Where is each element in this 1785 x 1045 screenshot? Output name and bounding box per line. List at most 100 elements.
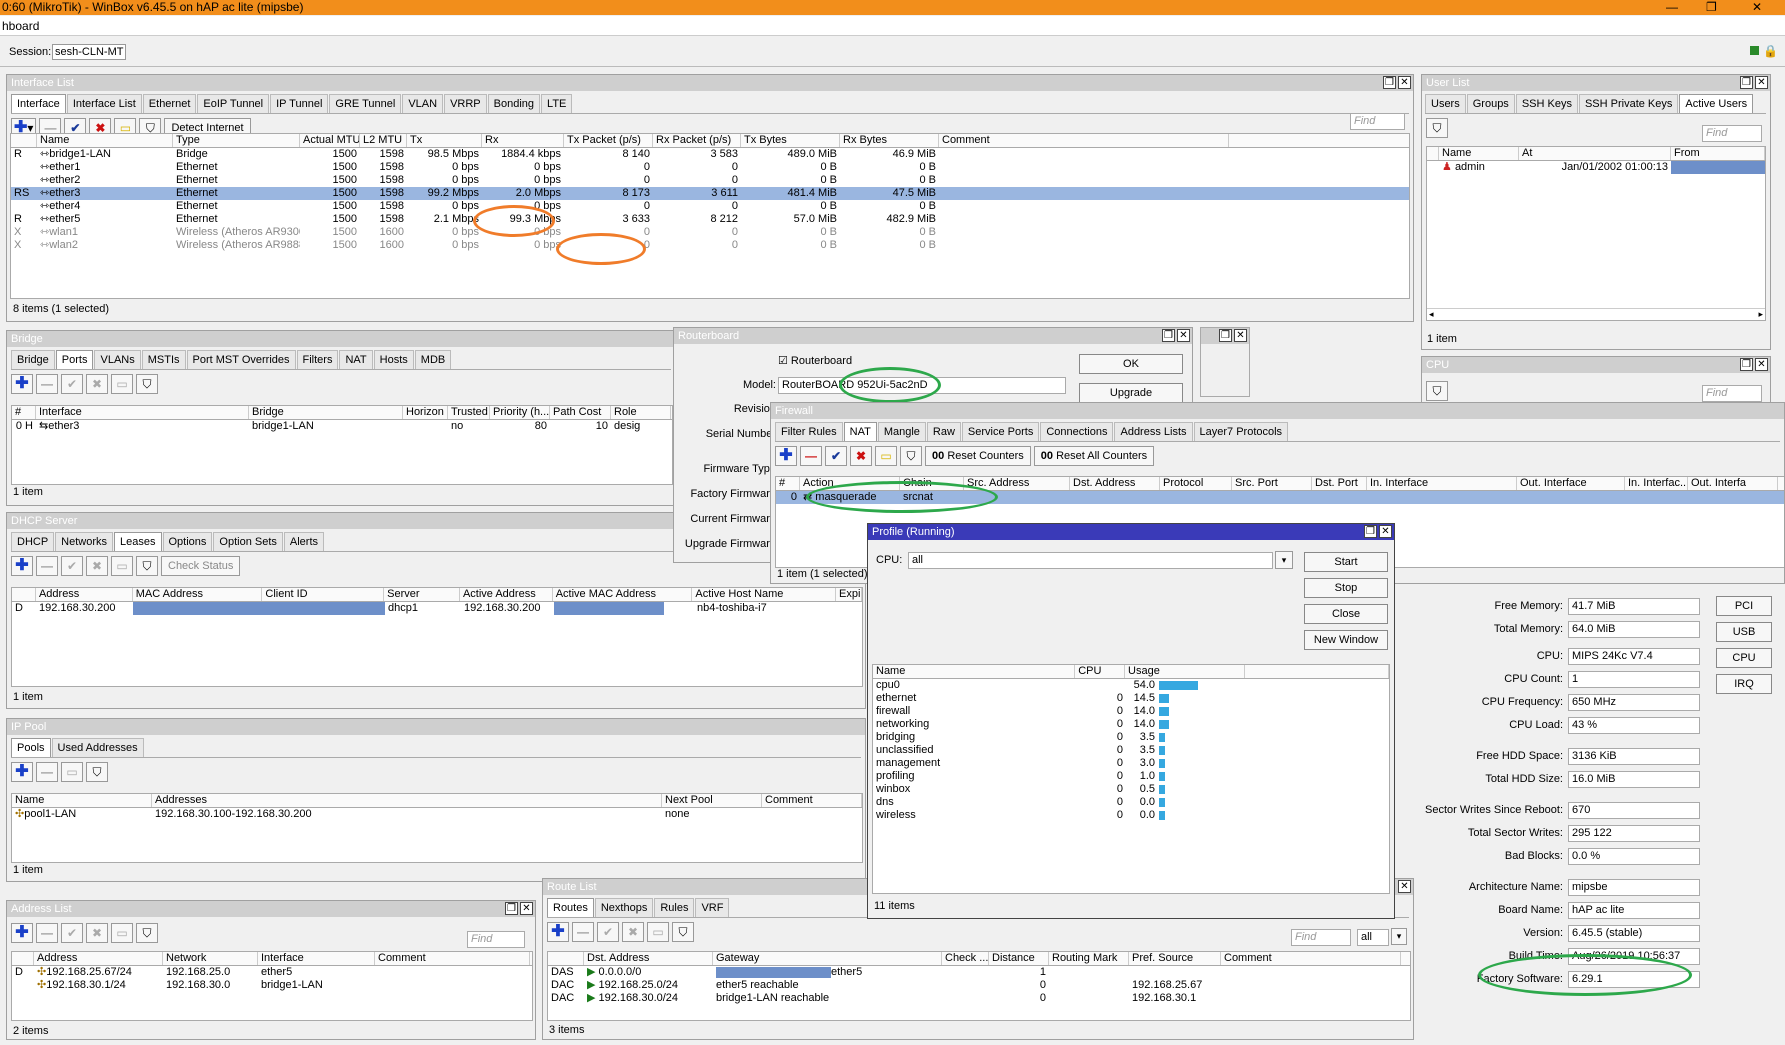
col-src-port[interactable]: Src. Port — [1232, 477, 1312, 490]
enable-button[interactable]: ✔ — [61, 556, 83, 576]
restore-icon[interactable]: ❐ — [1383, 76, 1396, 89]
tab-bridge[interactable]: Bridge — [11, 350, 55, 369]
disable-button[interactable]: ✖ — [86, 374, 108, 394]
col-next-pool[interactable]: Next Pool — [662, 794, 762, 807]
col-path-cost[interactable]: Path Cost — [550, 406, 611, 419]
col-trusted[interactable]: Trusted — [448, 406, 490, 419]
tab-nat[interactable]: NAT — [843, 422, 877, 441]
col-server[interactable]: Server — [384, 588, 460, 601]
filter-button[interactable]: ⛉ — [672, 922, 694, 942]
reset-counters-button[interactable]: 00 Reset Counters — [925, 446, 1031, 466]
col-rx-packet[interactable]: Rx Packet (p/s) — [653, 134, 741, 147]
col-comment[interactable]: Comment — [1221, 952, 1401, 965]
col-flags[interactable] — [12, 588, 36, 601]
minimize-button[interactable]: — — [1666, 0, 1678, 14]
table-row[interactable]: ethernet 0 14.5 — [873, 692, 1389, 705]
close-icon[interactable]: ✕ — [1755, 76, 1768, 89]
add-button[interactable]: ✚ — [547, 922, 569, 942]
col-number[interactable]: # — [12, 406, 36, 419]
table-row[interactable]: ✣pool1-LAN 192.168.30.100-192.168.30.200… — [12, 808, 862, 821]
total-sector-field[interactable]: 295 122 — [1568, 825, 1700, 842]
tab-groups[interactable]: Groups — [1466, 94, 1515, 113]
col-expires[interactable]: Expir — [836, 588, 862, 601]
col-out-interface[interactable]: Out. Interface — [1517, 477, 1625, 490]
table-row[interactable]: profiling 0 1.0 — [873, 770, 1389, 783]
cpu-field[interactable]: MIPS 24Kc V7.4 — [1568, 648, 1700, 665]
tab-interface[interactable]: Interface — [11, 94, 66, 113]
irq-button[interactable]: IRQ — [1716, 674, 1772, 694]
routerboard-checkbox[interactable]: ☑ Routerboard — [778, 354, 852, 367]
pci-button[interactable]: PCI — [1716, 596, 1772, 616]
total-memory-field[interactable]: 64.0 MiB — [1568, 621, 1700, 638]
col-name[interactable]: Name — [37, 134, 173, 147]
tab-leases[interactable]: Leases — [114, 532, 162, 551]
col-dst-address[interactable]: Dst. Address — [584, 952, 713, 965]
col-dst-port[interactable]: Dst. Port — [1312, 477, 1367, 490]
tab-eoip-tunnel[interactable]: EoIP Tunnel — [197, 94, 270, 113]
restore-icon[interactable]: ❐ — [1219, 329, 1232, 342]
tab-hosts[interactable]: Hosts — [373, 350, 414, 369]
tab-ssh-private-keys[interactable]: SSH Private Keys — [1578, 94, 1679, 113]
session-field[interactable]: sesh-CLN-MT — [52, 44, 127, 60]
col-action[interactable]: Action — [800, 477, 900, 490]
table-row[interactable]: ♟ admin Jan/01/2002 01:00:13 — [1427, 161, 1765, 174]
tab-vrrp[interactable]: VRRP — [444, 94, 487, 113]
usb-button[interactable]: USB — [1716, 622, 1772, 642]
enable-button[interactable]: ✔ — [825, 446, 847, 466]
table-row[interactable]: D 192.168.30.200 dhcp1 192.168.30.200 nb… — [12, 602, 862, 615]
add-button[interactable]: ✚ — [11, 556, 33, 576]
remove-button[interactable]: — — [36, 374, 58, 394]
remove-button[interactable]: — — [36, 762, 58, 782]
tab-service-ports[interactable]: Service Ports — [961, 422, 1040, 441]
tab-dhcp[interactable]: DHCP — [11, 532, 55, 551]
remove-button[interactable]: — — [800, 446, 822, 466]
cpu-button[interactable]: CPU — [1716, 648, 1772, 668]
table-row[interactable]: winbox 0 0.5 — [873, 783, 1389, 796]
close-icon[interactable]: ✕ — [1755, 358, 1768, 371]
close-icon[interactable]: ✕ — [1398, 880, 1411, 893]
tab-mangle[interactable]: Mangle — [877, 422, 926, 441]
col-flags[interactable] — [12, 952, 34, 965]
col-dst-address[interactable]: Dst. Address — [1070, 477, 1160, 490]
bad-blocks-field[interactable]: 0.0 % — [1568, 848, 1700, 865]
col-check[interactable]: Check ... — [942, 952, 989, 965]
tab-address-lists[interactable]: Address Lists — [1114, 422, 1193, 441]
disable-button[interactable]: ✖ — [86, 556, 108, 576]
tab-mdb[interactable]: MDB — [414, 350, 452, 369]
comment-button[interactable]: ▭ — [111, 556, 133, 576]
col-type[interactable]: Type — [173, 134, 300, 147]
tab-layer7-protocols[interactable]: Layer7 Protocols — [1193, 422, 1289, 441]
table-row[interactable]: cpu0 54.0 — [873, 679, 1389, 692]
close-icon[interactable]: ✕ — [1379, 525, 1392, 538]
col-priority[interactable]: Priority (h... — [490, 406, 550, 419]
tab-port-mst-overrides[interactable]: Port MST Overrides — [186, 350, 296, 369]
tab-ports[interactable]: Ports — [55, 350, 94, 369]
filter-button[interactable]: ⛉ — [1426, 381, 1448, 401]
table-row[interactable]: dns 0 0.0 — [873, 796, 1389, 809]
col-comment[interactable]: Comment — [939, 134, 1229, 147]
tab-options[interactable]: Options — [162, 532, 213, 551]
col-chain[interactable]: Chain — [900, 477, 964, 490]
col-actual-mtu[interactable]: Actual MTU — [300, 134, 360, 147]
col-bridge[interactable]: Bridge — [249, 406, 403, 419]
new-window-button[interactable]: New Window — [1304, 630, 1388, 650]
table-row[interactable]: 0 ⇄ masquerade srcnat — [776, 491, 1784, 504]
comment-button[interactable]: ▭ — [61, 762, 83, 782]
tab-vlan[interactable]: VLAN — [402, 94, 444, 113]
table-row[interactable]: X ⇿wlan2 Wireless (Atheros AR9888) 1500 1600… — [11, 239, 1409, 252]
col-comment[interactable]: Comment — [375, 952, 530, 965]
menu-dashboard[interactable]: hboard — [2, 19, 39, 33]
disable-button[interactable]: ✖ — [850, 446, 872, 466]
comment-button[interactable]: ▭ — [647, 922, 669, 942]
add-button[interactable]: ✚ — [11, 762, 33, 782]
table-row[interactable]: DAC ▶ 192.168.30.0/24 bridge1-LAN reachabl… — [548, 992, 1410, 1005]
table-row[interactable]: DAC ▶ 192.168.25.0/24 ether5 reachable 0 192… — [548, 979, 1410, 992]
col-name[interactable]: Name — [1439, 147, 1519, 160]
ok-button[interactable]: OK — [1079, 354, 1183, 374]
dropdown-arrow-icon[interactable]: ▾ — [1275, 551, 1293, 569]
close-button[interactable]: ✕ — [1752, 0, 1762, 14]
table-row[interactable]: bridging 0 3.5 — [873, 731, 1389, 744]
enable-button[interactable]: ✔ — [597, 922, 619, 942]
tab-routes[interactable]: Routes — [547, 898, 594, 917]
col-flags[interactable] — [11, 134, 37, 147]
